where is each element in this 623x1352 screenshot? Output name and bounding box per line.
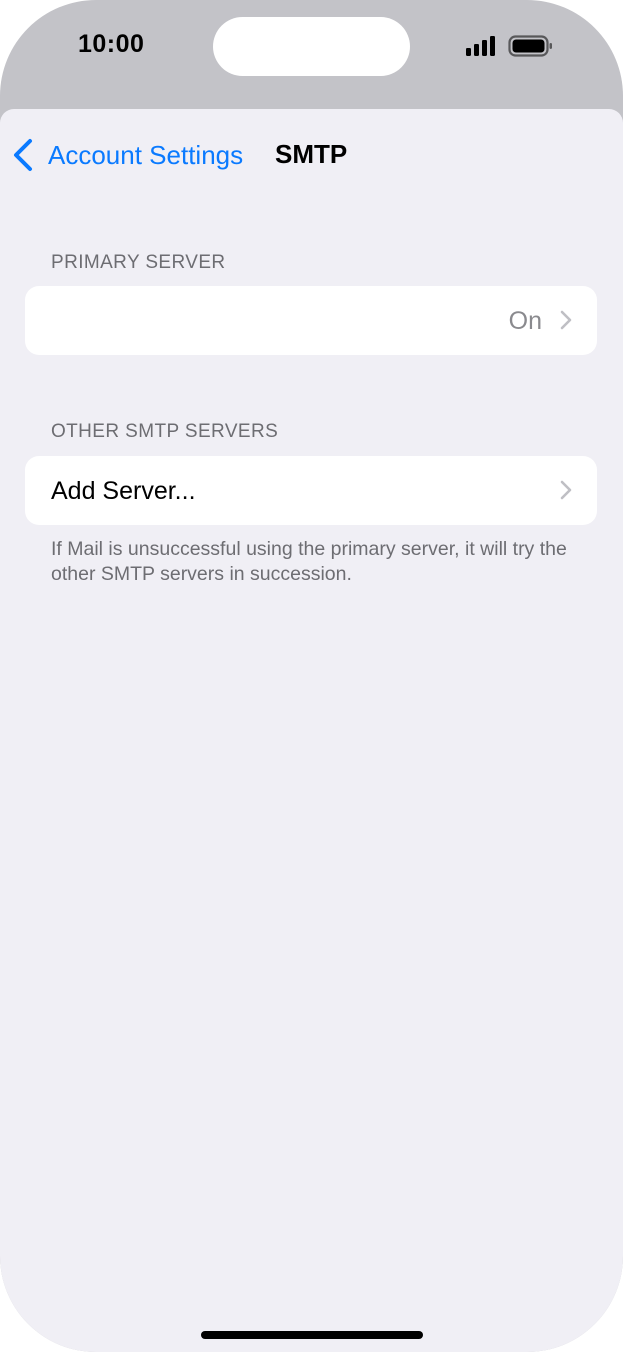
primary-server-status: On — [508, 307, 542, 335]
primary-server-row[interactable]: On — [25, 286, 597, 355]
back-button[interactable]: Account Settings — [12, 135, 243, 175]
primary-server-group: On — [25, 286, 597, 355]
chevron-right-icon — [560, 310, 572, 330]
chevron-right-icon — [560, 480, 572, 500]
settings-sheet: Account Settings SMTP PRIMARY SERVER On … — [0, 109, 623, 1352]
dynamic-island — [213, 17, 410, 76]
device-frame: 10:00 Account Settings SMTP PRIMARY SERV… — [0, 0, 623, 1352]
other-servers-group: Add Server... — [25, 456, 597, 525]
status-bar: 10:00 — [0, 0, 623, 108]
page-title: SMTP — [275, 139, 348, 169]
battery-full-icon — [508, 35, 552, 57]
other-servers-footer: If Mail is unsuccessful using the primar… — [51, 538, 567, 585]
home-indicator[interactable] — [201, 1331, 423, 1339]
chevron-left-icon — [14, 139, 32, 171]
status-icons — [465, 35, 555, 57]
add-server-label: Add Server... — [51, 477, 196, 505]
status-time: 10:00 — [78, 30, 145, 58]
add-server-row[interactable]: Add Server... — [25, 456, 597, 525]
primary-server-header: PRIMARY SERVER — [51, 252, 226, 273]
cellular-signal-icon — [466, 36, 495, 56]
navigation-bar: Account Settings SMTP — [0, 109, 623, 199]
back-button-label: Account Settings — [48, 139, 244, 170]
other-servers-header: OTHER SMTP SERVERS — [51, 421, 279, 442]
